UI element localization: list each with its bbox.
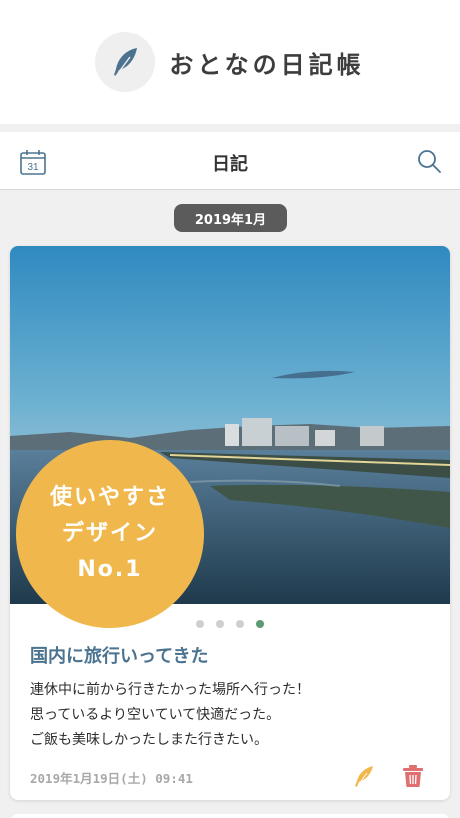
search-icon: [418, 150, 441, 173]
delete-button[interactable]: [402, 764, 424, 788]
entry-body: 連休中に前から行きたかった場所へ行った！ 思っているより空いていて快適だった。 …: [30, 678, 430, 753]
next-entry-card[interactable]: [10, 814, 450, 818]
page-title: 日記: [212, 154, 248, 175]
badge-line-1: 使いやすさ: [49, 485, 170, 510]
diary-entry-card[interactable]: 使いやすさ デザイン No.1 国内に旅行いってきた 連休中に前から行きたかった…: [10, 246, 450, 800]
promo-badge: 使いやすさ デザイン No.1: [16, 440, 204, 628]
badge-line-3: No.1: [77, 557, 143, 582]
carousel-dot[interactable]: [196, 620, 204, 628]
carousel-indicator: [10, 620, 450, 628]
app-title: おとなの日記帳: [169, 50, 365, 79]
entry-date: 2019年1月19日(土) 09:41: [30, 771, 193, 786]
edit-button[interactable]: [352, 764, 376, 788]
trash-icon: [403, 765, 423, 787]
entry-body-line: ご飯も美味しかったしまた行きたい。: [30, 732, 268, 748]
carousel-dot-active[interactable]: [256, 620, 264, 628]
toolbar: 31 日記: [0, 132, 460, 190]
carousel-dot[interactable]: [216, 620, 224, 628]
carousel-dot[interactable]: [236, 620, 244, 628]
badge-line-2: デザイン: [61, 521, 158, 546]
feather-icon: [355, 766, 373, 788]
month-label: 2019年1月: [174, 204, 287, 232]
app-header: おとなの日記帳: [0, 0, 460, 124]
entry-title[interactable]: 国内に旅行いってきた: [30, 642, 209, 668]
search-button[interactable]: [416, 148, 442, 174]
feather-icon: [114, 48, 138, 77]
entry-body-line: 思っているより空いていて快適だった。: [30, 707, 281, 723]
app-logo: [95, 32, 156, 92]
entry-body-line: 連休中に前から行きたかった場所へ行った！: [30, 682, 310, 698]
